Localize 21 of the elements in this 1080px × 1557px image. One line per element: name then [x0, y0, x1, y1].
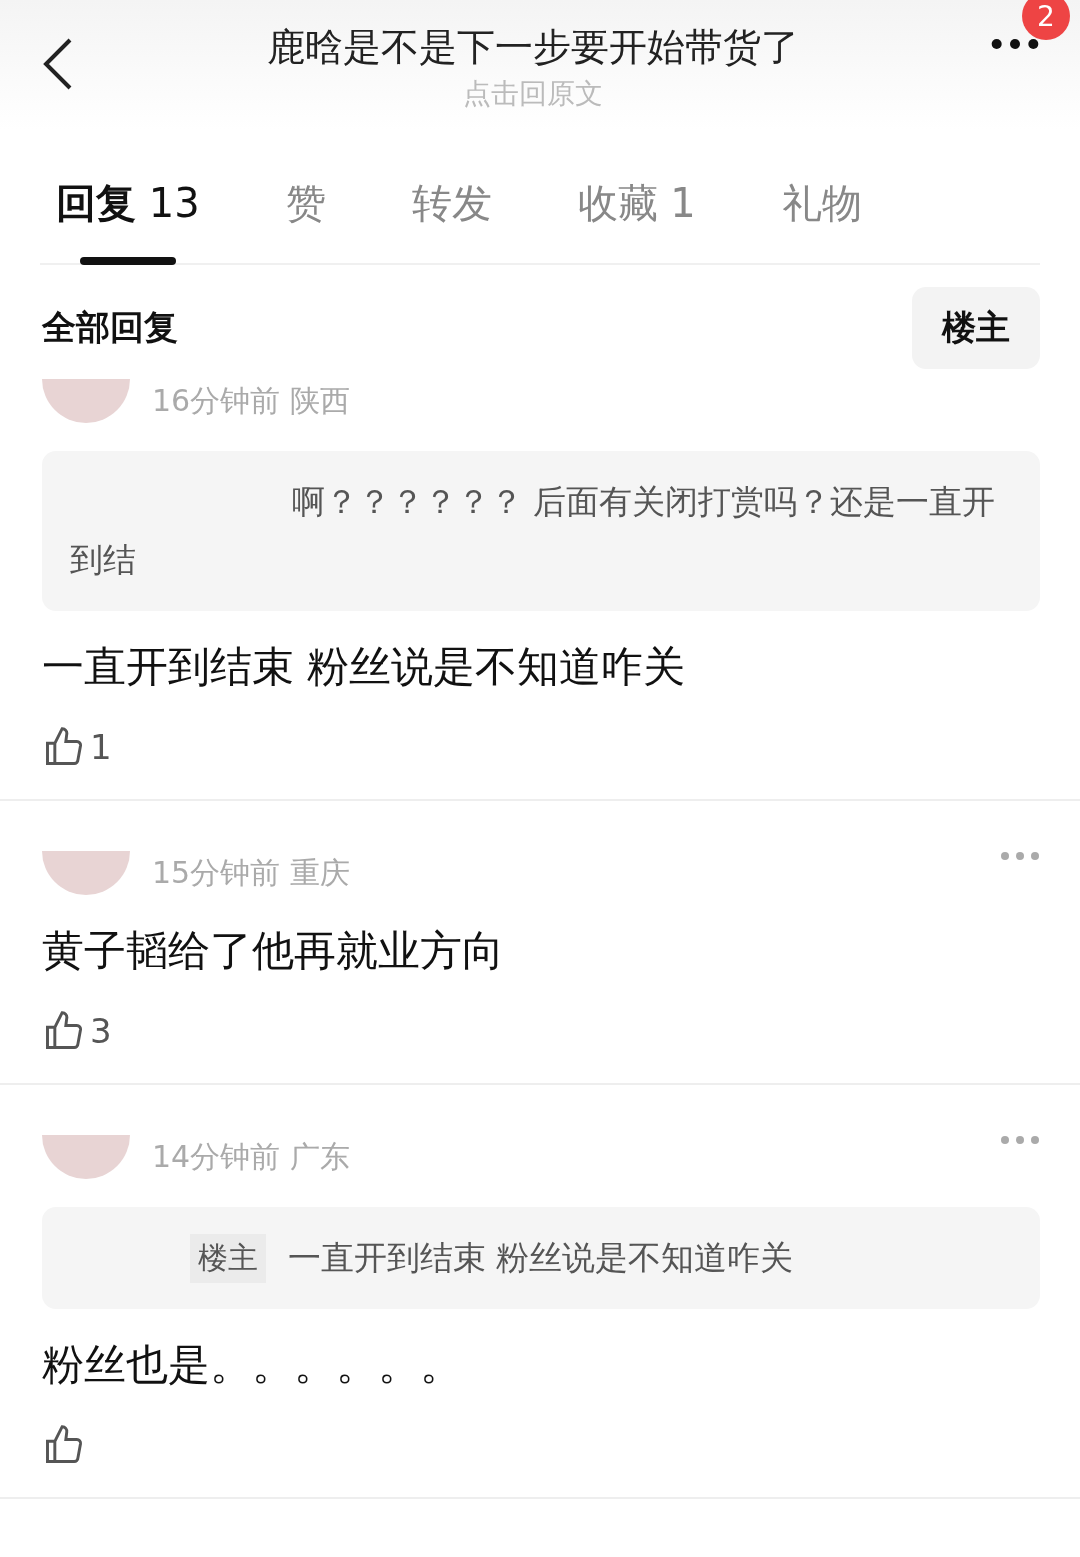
op-tag: 楼主 [190, 1233, 266, 1283]
back-to-original-link[interactable]: 点击回原文 [463, 75, 603, 113]
comment-meta: 16分钟前 陕西 [152, 381, 350, 420]
post-title: 鹿晗是不是下一步要开始带货了 [267, 24, 799, 71]
tab[interactable]: 回复 13 [56, 170, 200, 263]
tab[interactable]: 收藏 1 [577, 170, 696, 263]
comment-text: 粉丝也是。。。。。。 [42, 1339, 463, 1391]
tab[interactable]: 礼物 [781, 170, 862, 263]
like-button[interactable]: 1 [42, 725, 112, 769]
quote-text: 一直开到结束 粉丝说是不知道咋关 [288, 1237, 794, 1279]
like-button[interactable]: 3 [42, 1009, 112, 1053]
quote-text: 啊？？？？？？ 后面有关闭打赏吗？还是一直开到结 [70, 481, 997, 581]
comment-meta: 15分钟前 重庆 [152, 853, 350, 892]
notification-badge: 2 [1022, 0, 1070, 40]
comment-text: 一直开到结束 粉丝说是不知道咋关 [42, 641, 687, 693]
op-filter-button[interactable]: 楼主 [912, 287, 1040, 369]
comment-text: 黄子韬给了他再就业方向 [42, 925, 505, 977]
tab[interactable]: 赞 [285, 170, 326, 263]
comment-meta: 14分钟前 广东 [152, 1137, 350, 1176]
tab[interactable]: 转发 [411, 170, 492, 263]
section-title: 全部回复 [42, 306, 178, 349]
